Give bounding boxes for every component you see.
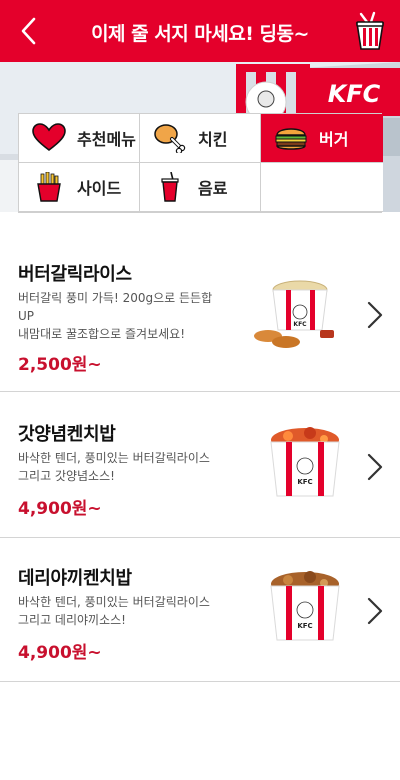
menu-item-teriyaki-kenchibap[interactable]: 데리야끼켄치밥 바삭한 텐더, 풍미있는 버터갈릭라이스 그리고 데리야끼소스!… [0,538,400,682]
chevron-right-icon [367,597,383,625]
menu-item-butter-garlic-rice[interactable]: 버터갈릭라이스 버터갈릭 풍미 가득! 200g으로 든든합 UP 내맘대로 꿀… [0,248,400,392]
item-description: 바삭한 텐더, 풍미있는 버터갈릭라이스 그리고 갓양념소스! [18,451,210,483]
back-button[interactable] [14,14,46,48]
banner-logo: KFC [328,80,381,108]
yangnyeom-kenchibap-image: KFC [270,427,340,497]
category-burger[interactable]: 버거 [261,114,383,163]
category-label: 음료 [198,179,228,198]
category-drink[interactable]: 음료 [140,163,261,212]
chevron-right-icon [367,301,383,329]
svg-text:KFC: KFC [297,622,312,630]
category-label: 추천메뉴 [77,130,136,149]
category-label: 사이드 [77,179,122,198]
category-chicken[interactable]: 치킨 [140,114,261,163]
drink-icon [161,172,179,202]
item-name: 데리야끼켄치밥 [18,568,132,589]
item-price: 2,500원~ [18,355,102,375]
top-bar: 이제 줄 서지 마세요! 딩동~ [0,0,400,62]
category-grid: 추천메뉴 치킨 버거 사이드 음료 [18,113,383,213]
item-name: 버터갈릭라이스 [18,264,132,285]
category-label: 치킨 [198,130,228,149]
item-name: 갓양념켄치밥 [18,424,116,445]
page-title: 이제 줄 서지 마세요! 딩동~ [91,23,309,45]
category-empty-cell [261,163,383,212]
fries-icon [37,172,61,202]
menu-item-yangnyeom-kenchibap[interactable]: 갓양념켄치밥 바삭한 텐더, 풍미있는 버터갈릭라이스 그리고 갓양념소스! 4… [0,394,400,538]
teriyaki-kenchibap-image: KFC [270,571,340,641]
burger-icon [275,128,307,150]
item-description: 바삭한 텐더, 풍미있는 버터갈릭라이스 그리고 데리야끼소스! [18,595,210,627]
svg-text:KFC: KFC [293,321,307,328]
drumstick-icon [154,124,186,153]
category-side[interactable]: 사이드 [19,163,140,212]
kfc-bucket-icon [356,11,384,50]
butter-garlic-rice-image: KFC [254,280,334,348]
category-label: 버거 [319,130,349,149]
chevron-left-icon [21,17,36,45]
item-description: 버터갈릭 풍미 가득! 200g으로 든든합 UP 내맘대로 꿀조합으로 즐겨보… [18,291,213,341]
cart-button[interactable] [352,10,388,52]
item-price: 4,900원~ [18,643,102,663]
item-price: 4,900원~ [18,499,102,519]
chevron-right-icon [367,453,383,481]
svg-text:KFC: KFC [297,478,312,486]
category-recommended[interactable]: 추천메뉴 [19,114,140,163]
heart-icon [32,123,66,152]
